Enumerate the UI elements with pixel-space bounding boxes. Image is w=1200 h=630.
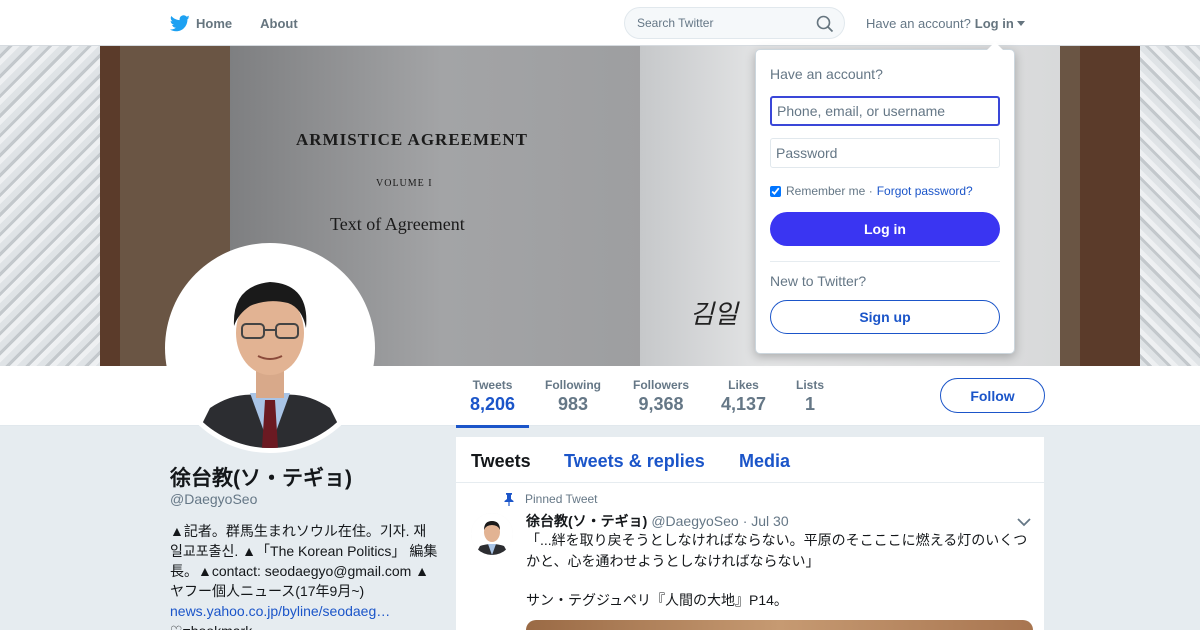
pin-icon: [504, 493, 514, 506]
stat-value: 9,368: [638, 394, 684, 414]
bio-text: ▲記者。群馬生まれソウル在住。기자. 재일교포출신. ▲「The Korean …: [170, 523, 438, 599]
stat-lists[interactable]: Lists 1: [796, 378, 824, 415]
tab-media[interactable]: Media: [739, 451, 790, 472]
remember-row: Remember me · Forgot password?: [770, 184, 973, 198]
home-link[interactable]: Home: [170, 14, 233, 32]
signup-button[interactable]: Sign up: [770, 300, 1000, 334]
tweet-text: 「...絆を取り戻そうとしなければならない。平原のそこここに燃える灯のいくつかと…: [526, 532, 1028, 569]
dropdown-heading: Have an account?: [770, 66, 883, 82]
caret-down-icon: [1016, 21, 1025, 26]
stat-likes[interactable]: Likes 4,137: [721, 378, 766, 415]
about-label: About: [260, 15, 298, 31]
profile-bio: ▲記者。群馬生まれソウル在住。기자. 재일교포출신. ▲「The Korean …: [170, 521, 438, 630]
search-input[interactable]: [637, 16, 807, 30]
stat-following[interactable]: Following 983: [545, 378, 601, 415]
remember-me-checkbox[interactable]: [770, 185, 781, 197]
tweet-avatar[interactable]: [471, 513, 513, 555]
banner-doc-volume: VOLUME I: [376, 178, 433, 189]
stat-label: Followers: [633, 378, 690, 392]
search-icon[interactable]: [816, 15, 834, 33]
avatar-photo: [170, 248, 370, 448]
nav-left: Home About: [170, 0, 326, 46]
profile-name: 徐台教(ソ・テギョ): [170, 467, 352, 490]
banner-window-right: [1080, 46, 1200, 366]
bio-link[interactable]: news.yahoo.co.jp/byline/seodaeg…: [170, 601, 438, 621]
stat-value: 1: [805, 394, 816, 414]
stat-followers[interactable]: Followers 9,368: [633, 378, 689, 415]
profile-handle[interactable]: @DaegyoSeo: [170, 491, 257, 507]
profile-avatar[interactable]: [165, 243, 375, 453]
stat-value: 4,137: [721, 394, 767, 414]
follow-button[interactable]: Follow: [940, 378, 1045, 413]
forgot-password-link[interactable]: Forgot password?: [877, 184, 973, 198]
bio-tail: ♡=bookmark: [170, 621, 438, 630]
banner-doc-title: ARMISTICE AGREEMENT: [296, 130, 529, 149]
stat-label: Following: [545, 378, 601, 392]
search-box: [624, 7, 845, 39]
new-to-twitter-label: New to Twitter?: [770, 273, 867, 289]
username-field[interactable]: [770, 96, 1000, 126]
dropdown-divider: [770, 261, 1000, 262]
person-portrait-icon: [170, 248, 370, 448]
tweet-author-handle[interactable]: @DaegyoSeo: [651, 513, 738, 529]
person-portrait-icon: [471, 513, 513, 555]
chevron-down-icon[interactable]: [1017, 517, 1031, 527]
timeline-tabs: Tweets Tweets & replies Media: [456, 437, 1044, 483]
tweet-header: 徐台教(ソ・テギョ) @DaegyoSeo · Jul 30: [526, 511, 789, 531]
stat-value: 8,206: [470, 394, 516, 414]
stat-label: Lists: [796, 378, 825, 392]
banner-signature: 김일: [690, 300, 738, 330]
login-dropdown-toggle[interactable]: Log in: [975, 16, 1025, 31]
stat-value: 983: [557, 394, 589, 414]
home-label: Home: [196, 15, 233, 31]
stat-label: Likes: [728, 378, 759, 392]
stat-tweets[interactable]: Tweets 8,206: [455, 378, 530, 428]
twitter-bird-icon: [170, 14, 190, 31]
top-navigation: Home About Have an account? Log in: [0, 0, 1200, 46]
tweet-date[interactable]: · Jul 30: [743, 513, 789, 529]
tweet-text-line2: サン・テグジュペリ『人間の大地』P14。: [526, 592, 788, 608]
about-link[interactable]: About: [260, 16, 298, 31]
login-button[interactable]: Log in: [770, 212, 1000, 246]
pinned-tweet-label: Pinned Tweet: [525, 492, 598, 506]
password-field[interactable]: [770, 138, 1000, 168]
timeline: Tweets Tweets & replies Media Pinned Twe…: [456, 437, 1044, 630]
stat-label: Tweets: [472, 378, 513, 392]
tab-tweets-replies[interactable]: Tweets & replies: [564, 451, 705, 472]
account-prompt: Have an account? Log in: [866, 16, 1025, 31]
account-prompt-text: Have an account?: [866, 16, 971, 31]
banner-doc-subtitle: Text of Agreement: [330, 214, 465, 234]
remember-me-label: Remember me ·: [786, 184, 873, 198]
login-link-label: Log in: [974, 16, 1014, 31]
tweet-media[interactable]: [526, 620, 1033, 630]
tweet-author-name[interactable]: 徐台教(ソ・テギョ): [526, 511, 647, 531]
login-dropdown: Have an account? Remember me · Forgot pa…: [755, 42, 1015, 354]
banner-window-left: [0, 46, 120, 366]
tab-tweets[interactable]: Tweets: [471, 451, 531, 472]
